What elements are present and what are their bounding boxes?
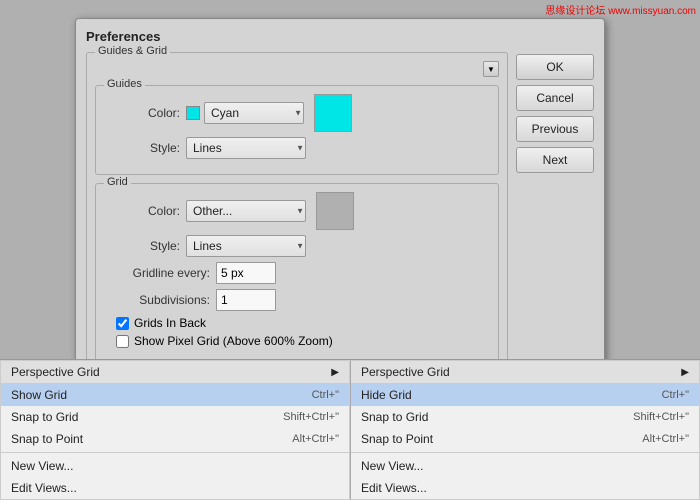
left-menu-item-1[interactable]: Snap to Grid Shift+Ctrl+" [1, 406, 349, 428]
left-menu-item-3[interactable]: New View... [1, 455, 349, 477]
left-menu-item-4-label: Edit Views... [11, 481, 77, 495]
show-pixel-grid-checkbox[interactable] [116, 335, 129, 348]
subdivisions-row: Subdivisions: [106, 289, 488, 311]
watermark-text: 思缘设计论坛 www.missyuan.com [545, 2, 696, 17]
left-menu-divider [1, 452, 349, 453]
right-menu-item-2-label: Snap to Point [361, 432, 433, 446]
subdivisions-input[interactable] [216, 289, 276, 311]
left-menu-item-2-label: Snap to Point [11, 432, 83, 446]
gridline-row: Gridline every: [106, 262, 488, 284]
left-menu-item-1-label: Snap to Grid [11, 410, 78, 424]
grid-color-preview [316, 192, 354, 230]
ok-button[interactable]: OK [516, 54, 594, 80]
left-menu-header-label: Perspective Grid [11, 365, 100, 379]
left-menu-item-2-shortcut: Alt+Ctrl+" [292, 433, 339, 445]
grid-color-row: Color: Other... Cyan ▼ [106, 192, 488, 230]
guides-color-swatch [186, 106, 200, 120]
guides-color-preview [314, 94, 352, 132]
right-menu-divider [351, 452, 699, 453]
left-menu-item-1-shortcut: Shift+Ctrl+" [283, 411, 339, 423]
grid-style-label: Style: [106, 239, 186, 253]
guides-grid-label: Guides & Grid [95, 45, 170, 57]
guides-section-label: Guides [104, 78, 145, 90]
left-menu-header: Perspective Grid ▶ [1, 361, 349, 384]
guides-style-label: Style: [106, 141, 186, 155]
guides-color-select-container: Cyan Other... ▼ [204, 102, 304, 124]
cancel-button[interactable]: Cancel [516, 85, 594, 111]
show-pixel-grid-row: Show Pixel Grid (Above 600% Zoom) [116, 334, 488, 348]
left-menu-item-4[interactable]: Edit Views... [1, 477, 349, 499]
grids-in-back-label: Grids In Back [134, 316, 206, 330]
previous-button[interactable]: Previous [516, 116, 594, 142]
right-menu-panel: Perspective Grid ▶ Hide Grid Ctrl+" Snap… [350, 360, 700, 500]
right-menu-header: Perspective Grid ▶ [351, 361, 699, 384]
grid-style-select-container: Lines Dots ▼ [186, 235, 306, 257]
gridline-label: Gridline every: [106, 266, 216, 280]
grid-section-label: Grid [104, 176, 131, 188]
outer-section-header: ▼ [95, 61, 499, 77]
left-menu-item-2[interactable]: Snap to Point Alt+Ctrl+" [1, 428, 349, 450]
bottom-menus: Perspective Grid ▶ Show Grid Ctrl+" Snap… [0, 359, 700, 500]
guides-color-select-wrapper: Cyan Other... ▼ [186, 102, 304, 124]
right-menu-item-4-label: Edit Views... [361, 481, 427, 495]
dialog-buttons: OK Cancel Previous Next [516, 52, 594, 380]
grids-in-back-row: Grids In Back [116, 316, 488, 330]
right-menu-arrow-icon: ▶ [681, 367, 689, 378]
right-menu-item-0-label: Hide Grid [361, 388, 412, 402]
right-menu-header-label: Perspective Grid [361, 365, 450, 379]
grid-color-select-container: Other... Cyan ▼ [186, 200, 306, 222]
left-menu-arrow-icon: ▶ [331, 367, 339, 378]
grid-color-label: Color: [106, 204, 186, 218]
right-menu-item-1[interactable]: Snap to Grid Shift+Ctrl+" [351, 406, 699, 428]
guides-style-row: Style: Lines Dots ▼ [106, 137, 488, 159]
grids-in-back-checkbox[interactable] [116, 317, 129, 330]
right-menu-item-0[interactable]: Hide Grid Ctrl+" [351, 384, 699, 406]
right-menu-item-4[interactable]: Edit Views... [351, 477, 699, 499]
guides-grid-section: Guides & Grid ▼ Guides Color: [86, 52, 508, 380]
grid-style-row: Style: Lines Dots ▼ [106, 235, 488, 257]
grid-style-select[interactable]: Lines Dots [186, 235, 306, 257]
left-menu-item-3-label: New View... [11, 459, 73, 473]
left-menu-item-0-label: Show Grid [11, 388, 67, 402]
next-button[interactable]: Next [516, 147, 594, 173]
guides-style-select-container: Lines Dots ▼ [186, 137, 306, 159]
left-menu-item-0[interactable]: Show Grid Ctrl+" [1, 384, 349, 406]
guides-style-select[interactable]: Lines Dots [186, 137, 306, 159]
right-menu-item-0-shortcut: Ctrl+" [662, 389, 689, 401]
left-menu-item-0-shortcut: Ctrl+" [312, 389, 339, 401]
right-menu-item-3[interactable]: New View... [351, 455, 699, 477]
dialog-main: Guides & Grid ▼ Guides Color: [86, 52, 508, 380]
guides-section: Guides Color: Cyan Other... ▼ [95, 85, 499, 175]
right-menu-item-1-shortcut: Shift+Ctrl+" [633, 411, 689, 423]
left-menu-panel: Perspective Grid ▶ Show Grid Ctrl+" Snap… [0, 360, 350, 500]
guides-grid-dropdown[interactable]: ▼ [483, 61, 499, 77]
right-menu-item-1-label: Snap to Grid [361, 410, 428, 424]
subdivisions-label: Subdivisions: [106, 293, 216, 307]
show-pixel-grid-label: Show Pixel Grid (Above 600% Zoom) [134, 334, 333, 348]
guides-color-select[interactable]: Cyan Other... [204, 102, 304, 124]
guides-color-label: Color: [106, 106, 186, 120]
dialog-title: Preferences [86, 29, 594, 44]
preferences-dialog: Preferences Guides & Grid ▼ Guides Color… [75, 18, 605, 391]
right-menu-item-2-shortcut: Alt+Ctrl+" [642, 433, 689, 445]
gridline-input[interactable] [216, 262, 276, 284]
guides-color-row: Color: Cyan Other... ▼ [106, 94, 488, 132]
grid-section: Grid Color: Other... Cyan ▼ [95, 183, 499, 363]
dialog-body: Guides & Grid ▼ Guides Color: [86, 52, 594, 380]
right-menu-item-2[interactable]: Snap to Point Alt+Ctrl+" [351, 428, 699, 450]
right-menu-item-3-label: New View... [361, 459, 423, 473]
grid-color-select[interactable]: Other... Cyan [186, 200, 306, 222]
